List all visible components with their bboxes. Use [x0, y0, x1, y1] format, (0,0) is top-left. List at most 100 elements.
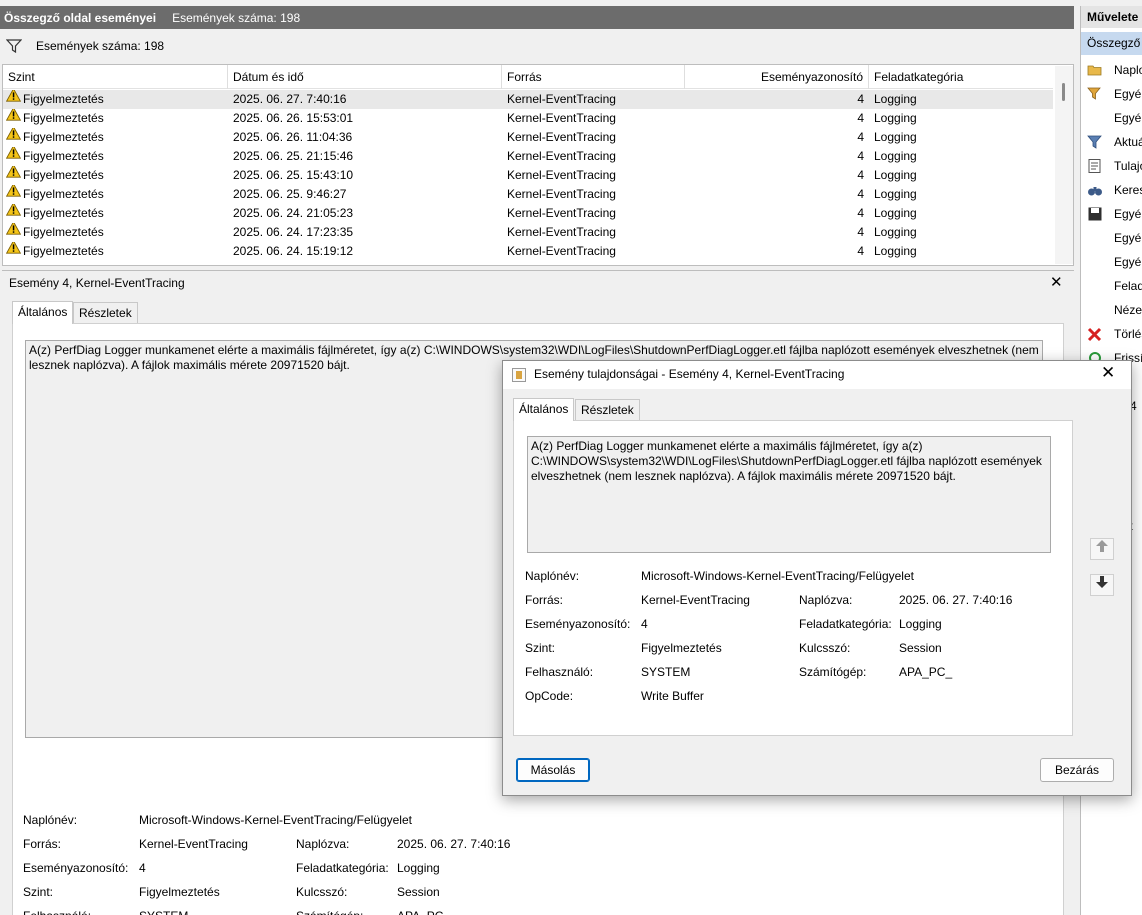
cell-event-id: 4: [857, 92, 864, 106]
dialog-close-icon[interactable]: ✕: [1101, 363, 1115, 383]
level-text: Figyelmeztetés: [23, 92, 104, 106]
cell-task-category: Logging: [874, 111, 917, 125]
cell-source: Kernel-EventTracing: [507, 111, 616, 125]
action-item[interactable]: Egyén: [1081, 82, 1142, 106]
action-item[interactable]: Egyén: [1081, 250, 1142, 274]
binoculars-icon: [1087, 182, 1103, 198]
cell-task-category: Logging: [874, 92, 917, 106]
level-text: Figyelmeztetés: [23, 225, 104, 239]
cell-datetime: 2025. 06. 25. 9:46:27: [233, 187, 347, 201]
table-row[interactable]: Figyelmeztetés 2025. 06. 24. 17:23:35 Kern…: [3, 223, 1053, 242]
table-scrollbar[interactable]: [1055, 66, 1073, 264]
summary-header: Összegző oldal eseményei Események száma…: [0, 6, 1074, 29]
dialog-body: A(z) PerfDiag Logger munkamenet elérte a…: [513, 420, 1073, 736]
cell-source: Kernel-EventTracing: [507, 244, 616, 258]
action-item[interactable]: Naplo: [1081, 58, 1142, 82]
next-event-button[interactable]: [1090, 574, 1114, 596]
cell-source: Kernel-EventTracing: [507, 92, 616, 106]
copy-button[interactable]: Másolás: [516, 758, 590, 782]
column-header-level[interactable]: Szint: [3, 65, 228, 89]
cell-datetime: 2025. 06. 25. 21:15:46: [233, 149, 354, 163]
cell-level: Figyelmeztetés: [6, 166, 226, 185]
log-name-label: Naplónév:: [23, 813, 78, 827]
action-item-label: Egyén: [1114, 207, 1142, 221]
action-item[interactable]: Felad: [1081, 274, 1142, 298]
previous-event-button[interactable]: [1090, 538, 1114, 560]
cell-task-category: Logging: [874, 187, 917, 201]
table-row[interactable]: Figyelmeztetés 2025. 06. 26. 11:04:36 Kern…: [3, 128, 1053, 147]
cell-source: Kernel-EventTracing: [507, 225, 616, 239]
cell-event-id: 4: [857, 225, 864, 239]
close-button[interactable]: Bezárás: [1040, 758, 1114, 782]
action-item-label: Aktuá: [1114, 135, 1142, 149]
action-item[interactable]: Nézet: [1081, 298, 1142, 322]
action-item[interactable]: Keres: [1081, 178, 1142, 202]
dialog-level-label: Szint:: [525, 641, 556, 655]
close-icon[interactable]: ✕: [1050, 273, 1063, 291]
action-item-label: Nézet: [1114, 303, 1142, 317]
dialog-task-category-value: Logging: [899, 617, 942, 631]
dialog-user-label: Felhasználó:: [525, 665, 594, 679]
arrow-up-icon: [1096, 540, 1108, 552]
cell-event-id: 4: [857, 244, 864, 258]
dialog-tab-general[interactable]: Általános: [513, 398, 575, 421]
tab-general[interactable]: Általános: [12, 301, 74, 324]
cell-source: Kernel-EventTracing: [507, 130, 616, 144]
cell-level: Figyelmeztetés: [6, 109, 226, 128]
action-item[interactable]: Aktuá: [1081, 130, 1142, 154]
column-header-datetime[interactable]: Dátum és idő: [228, 65, 502, 89]
action-item[interactable]: Tulajo: [1081, 154, 1142, 178]
tab-details[interactable]: Részletek: [73, 302, 138, 324]
action-item[interactable]: Egyén: [1081, 106, 1142, 130]
action-item[interactable]: Törlés: [1081, 322, 1142, 346]
column-header-source[interactable]: Forrás: [502, 65, 685, 89]
warning-icon: [6, 109, 22, 127]
column-header-event-id[interactable]: Eseményazonosító: [685, 65, 869, 89]
cell-level: Figyelmeztetés: [6, 185, 226, 204]
cell-datetime: 2025. 06. 26. 11:04:36: [233, 130, 353, 144]
table-row[interactable]: Figyelmeztetés 2025. 06. 25. 21:15:46 Kern…: [3, 147, 1053, 166]
computer-value: APA_PC_: [397, 909, 450, 915]
cell-datetime: 2025. 06. 24. 15:19:12: [233, 244, 354, 258]
table-row[interactable]: Figyelmeztetés 2025. 06. 26. 15:53:01 Kern…: [3, 109, 1053, 128]
dialog-keywords-label: Kulcsszó:: [799, 641, 851, 655]
dialog-title: Esemény tulajdonságai - Esemény 4, Kerne…: [534, 367, 845, 381]
table-row[interactable]: Figyelmeztetés 2025. 06. 25. 9:46:27 Kerne…: [3, 185, 1053, 204]
cell-level: Figyelmeztetés: [6, 147, 226, 166]
cell-datetime: 2025. 06. 27. 7:40:16: [233, 92, 347, 106]
action-item-label: Egyén: [1114, 111, 1142, 125]
logged-value: 2025. 06. 27. 7:40:16: [397, 837, 511, 851]
scrollbar-thumb[interactable]: [1062, 83, 1065, 101]
level-text: Figyelmeztetés: [23, 244, 104, 258]
table-row[interactable]: Figyelmeztetés 2025. 06. 24. 15:19:12 Kern…: [3, 242, 1053, 261]
table-row[interactable]: Figyelmeztetés 2025. 06. 27. 7:40:16 Kerne…: [3, 90, 1053, 109]
actions-subheader[interactable]: Összegző: [1081, 32, 1142, 55]
logged-label: Naplózva:: [296, 837, 350, 851]
cell-task-category: Logging: [874, 206, 917, 220]
dialog-source-value: Kernel-EventTracing: [641, 593, 750, 607]
dialog-log-name-value: Microsoft-Windows-Kernel-EventTracing/Fe…: [641, 569, 914, 583]
event-id-value: 4: [139, 861, 146, 875]
save-icon: [1087, 206, 1103, 222]
source-label: Forrás:: [23, 837, 62, 851]
dialog-tab-details[interactable]: Részletek: [575, 399, 640, 421]
action-item[interactable]: Egyén: [1081, 226, 1142, 250]
column-header-task-category[interactable]: Feladatkategória: [869, 65, 1053, 89]
level-value: Figyelmeztetés: [139, 885, 220, 899]
filter-row: Események száma: 198: [0, 32, 1074, 60]
dialog-task-category-label: Feladatkategória:: [799, 617, 892, 631]
task-category-label: Feladatkategória:: [296, 861, 389, 875]
action-item-label: Tulajo: [1114, 159, 1142, 173]
action-item[interactable]: Egyén: [1081, 202, 1142, 226]
cell-datetime: 2025. 06. 24. 21:05:23: [233, 206, 354, 220]
cell-task-category: Logging: [874, 225, 917, 239]
cell-level: Figyelmeztetés: [6, 242, 226, 261]
cell-source: Kernel-EventTracing: [507, 206, 616, 220]
source-value: Kernel-EventTracing: [139, 837, 248, 851]
user-label: Felhasználó:: [23, 909, 91, 915]
filter-icon[interactable]: [6, 39, 22, 53]
cell-level: Figyelmeztetés: [6, 90, 226, 109]
table-row[interactable]: Figyelmeztetés 2025. 06. 25. 15:43:10 Kern…: [3, 166, 1053, 185]
dialog-event-description[interactable]: A(z) PerfDiag Logger munkamenet elérte a…: [527, 436, 1051, 553]
table-row[interactable]: Figyelmeztetés 2025. 06. 24. 21:05:23 Kern…: [3, 204, 1053, 223]
